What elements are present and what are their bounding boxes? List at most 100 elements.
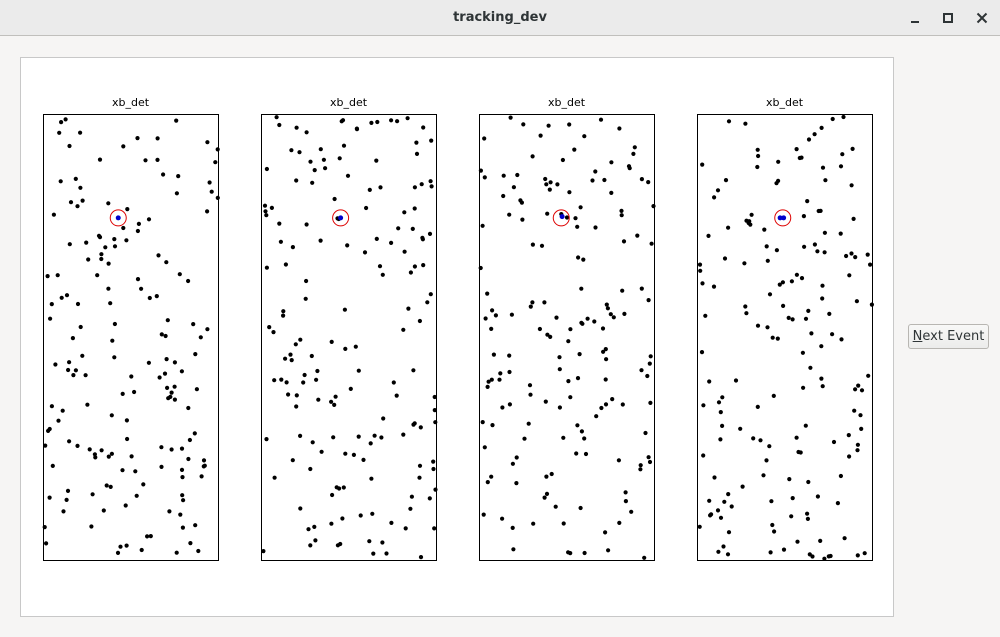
hit-point: [154, 294, 159, 299]
hit-point: [639, 368, 644, 373]
hit-point: [298, 433, 303, 438]
hit-point: [354, 126, 359, 131]
hit-point: [510, 461, 515, 466]
hit-point: [546, 123, 551, 128]
hit-point: [172, 397, 177, 402]
hit-point: [703, 313, 708, 318]
hit-point: [379, 435, 384, 440]
hit-point: [169, 390, 174, 395]
hit-point: [411, 368, 416, 373]
hit-point: [755, 323, 761, 328]
hit-point: [412, 264, 417, 269]
hit-point: [712, 195, 717, 200]
hit-point: [787, 477, 792, 482]
hit-point: [129, 374, 134, 379]
hit-point: [431, 466, 436, 472]
hit-point: [304, 222, 309, 227]
maximize-button[interactable]: [936, 6, 960, 30]
hit-point: [106, 286, 111, 291]
hit-point: [124, 238, 129, 243]
hit-point: [49, 302, 54, 307]
hit-point: [566, 379, 571, 384]
panel-title: xb_det: [766, 96, 804, 109]
hit-point: [205, 327, 210, 332]
hit-point: [482, 136, 487, 141]
close-button[interactable]: [970, 6, 994, 30]
hit-point: [315, 368, 320, 374]
hit-point: [319, 449, 324, 454]
hit-point: [431, 459, 436, 464]
hit-point: [478, 265, 483, 271]
hit-point: [478, 168, 483, 173]
hit-point: [555, 182, 560, 187]
hit-point: [838, 473, 844, 479]
hit-point: [159, 445, 164, 450]
hit-point: [274, 115, 279, 120]
hit-point: [312, 168, 317, 173]
hit-point: [427, 231, 433, 236]
hit-point: [358, 513, 363, 518]
hit-point: [493, 313, 498, 318]
hit-point: [148, 534, 153, 539]
hit-point: [553, 504, 558, 509]
hit-point: [715, 188, 721, 193]
hit-point: [800, 350, 806, 355]
hit-point: [405, 116, 410, 121]
hit-point: [620, 402, 625, 407]
hit-point: [738, 426, 743, 431]
hit-point: [600, 326, 606, 331]
hit-point: [202, 463, 207, 468]
hit-point: [118, 544, 123, 549]
hit-point: [84, 240, 89, 245]
hit-point: [187, 437, 192, 443]
detector-panel: xb_det: [478, 96, 656, 561]
detector-panel: xb_det: [42, 96, 220, 561]
hit-point: [789, 279, 795, 284]
hit-point: [520, 217, 525, 222]
hit-point: [139, 286, 144, 291]
hit-point: [581, 257, 586, 262]
hit-point: [348, 386, 353, 391]
hit-point: [304, 130, 309, 135]
hit-point: [507, 369, 512, 375]
hit-point: [839, 337, 844, 342]
next-event-button[interactable]: Next Event: [908, 324, 989, 349]
hit-point: [590, 178, 595, 183]
hit-point: [794, 272, 800, 277]
hit-point: [308, 543, 313, 548]
hit-point: [67, 360, 72, 365]
hit-point: [193, 352, 198, 357]
hit-point: [369, 476, 374, 481]
hit-point: [561, 435, 566, 440]
hit-point: [178, 512, 183, 517]
hit-point: [341, 143, 347, 148]
hit-point: [780, 280, 786, 285]
hit-point: [622, 311, 627, 316]
hit-point: [849, 183, 854, 188]
hit-point: [124, 418, 129, 423]
hit-point: [599, 405, 604, 411]
hit-point: [329, 399, 334, 404]
hit-point: [425, 300, 430, 305]
hit-point: [850, 146, 855, 151]
hit-point: [846, 433, 851, 438]
hit-point: [125, 436, 130, 442]
hit-point: [530, 242, 535, 247]
hit-point: [120, 468, 125, 473]
minimize-button[interactable]: [903, 6, 927, 30]
hit-point: [370, 511, 375, 516]
hit-point: [417, 318, 422, 324]
hit-point: [141, 482, 146, 487]
hit-point: [544, 491, 550, 496]
hit-point: [75, 301, 81, 307]
hit-point: [627, 166, 632, 171]
hit-point: [410, 226, 415, 231]
hit-point: [289, 358, 294, 363]
hit-point: [500, 516, 505, 521]
hit-point: [544, 182, 549, 187]
hit-point: [343, 346, 348, 351]
hit-point: [802, 244, 807, 249]
hit-point: [418, 555, 424, 560]
hit-point: [508, 115, 513, 120]
hit-point: [75, 204, 80, 209]
